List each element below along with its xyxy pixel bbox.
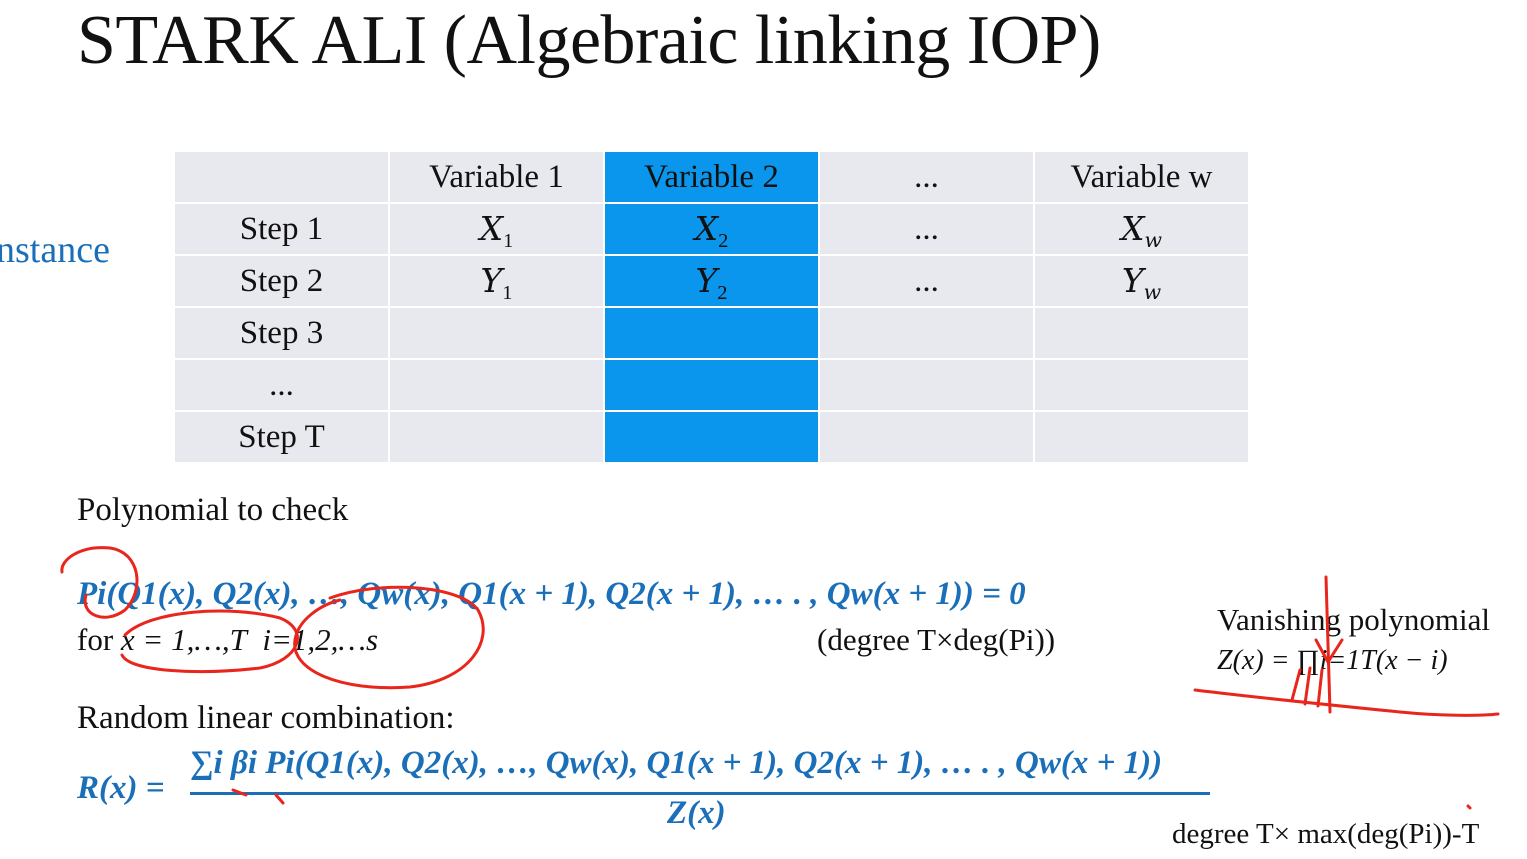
ink-underline <box>1193 688 1500 717</box>
ink-mark-2 <box>274 793 285 805</box>
ink-circle-index <box>293 585 485 690</box>
ink-dot <box>1466 804 1472 810</box>
ink-arrow-stem <box>1324 575 1332 714</box>
ink-circle-pi <box>60 546 139 619</box>
ink-mark-1 <box>231 788 248 797</box>
ink-circle-range <box>120 609 299 674</box>
handwritten-annotations <box>60 546 1500 810</box>
